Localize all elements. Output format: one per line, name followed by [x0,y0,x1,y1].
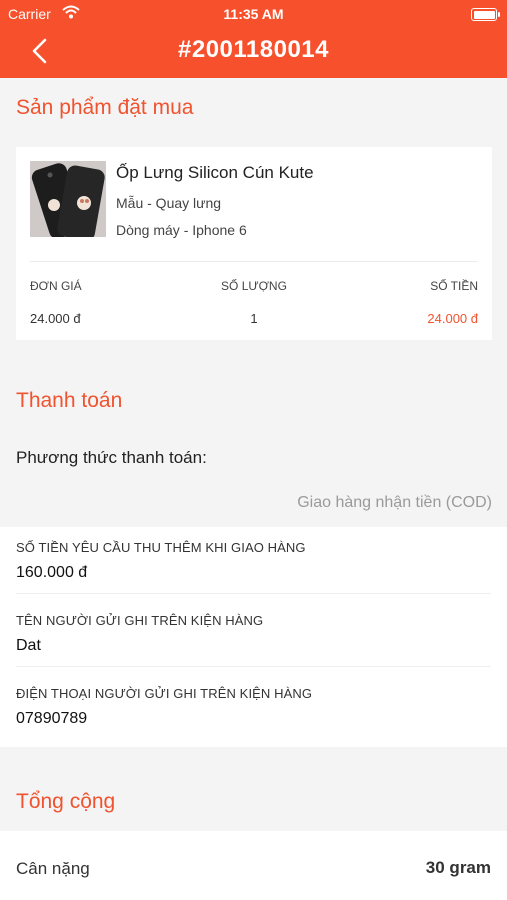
amount-header: SỐ TIỀN [430,279,478,293]
nav-header: Carrier 11:35 AM #2001180014 [0,0,507,78]
status-bar: Carrier 11:35 AM [0,0,507,28]
quantity-header: SỐ LƯỢNG [221,279,287,293]
status-time: 11:35 AM [223,6,284,22]
field-divider [16,593,491,594]
cod-extra-label: SỐ TIỀN YÊU CẦU THU THÊM KHI GIAO HÀNG [16,540,306,555]
product-thumbnail [30,161,106,237]
sender-phone-label: ĐIỆN THOẠI NGƯỜI GỬI GHI TRÊN KIỆN HÀNG [16,686,313,701]
delivery-info-block: SỐ TIỀN YÊU CẦU THU THÊM KHI GIAO HÀNG 1… [0,527,507,747]
sender-name-label: TÊN NGƯỜI GỬI GHI TRÊN KIỆN HÀNG [16,613,264,628]
battery-icon [471,8,500,21]
product-model: Dòng máy - Iphone 6 [116,222,247,238]
weight-row: Cân nặng 30 gram [0,831,507,900]
cod-extra-value[interactable]: 160.000 đ [16,564,87,582]
weight-value: 30 gram [425,858,491,877]
payment-method-value[interactable]: Giao hàng nhận tiền (COD) [297,494,492,512]
sender-name-value[interactable]: Dat [16,637,41,655]
sender-phone-value[interactable]: 07890789 [16,710,87,728]
product-variant: Mẫu - Quay lưng [116,195,222,211]
amount-value: 24.000 đ [427,311,478,326]
field-divider [16,666,491,667]
card-divider [30,261,478,262]
quantity-value: 1 [250,311,258,326]
section-title-products: Sản phẩm đặt mua [16,96,194,119]
payment-method-label: Phương thức thanh toán: [16,448,207,467]
weight-label: Cân nặng [16,859,90,878]
section-title-payment: Thanh toán [16,389,123,412]
product-name: Ốp Lưng Silicon Cún Kute [116,163,314,182]
product-card[interactable]: Ốp Lưng Silicon Cún Kute Mẫu - Quay lưng… [16,147,492,340]
section-title-total: Tổng cộng [16,790,116,813]
page-title: #2001180014 [178,36,329,63]
